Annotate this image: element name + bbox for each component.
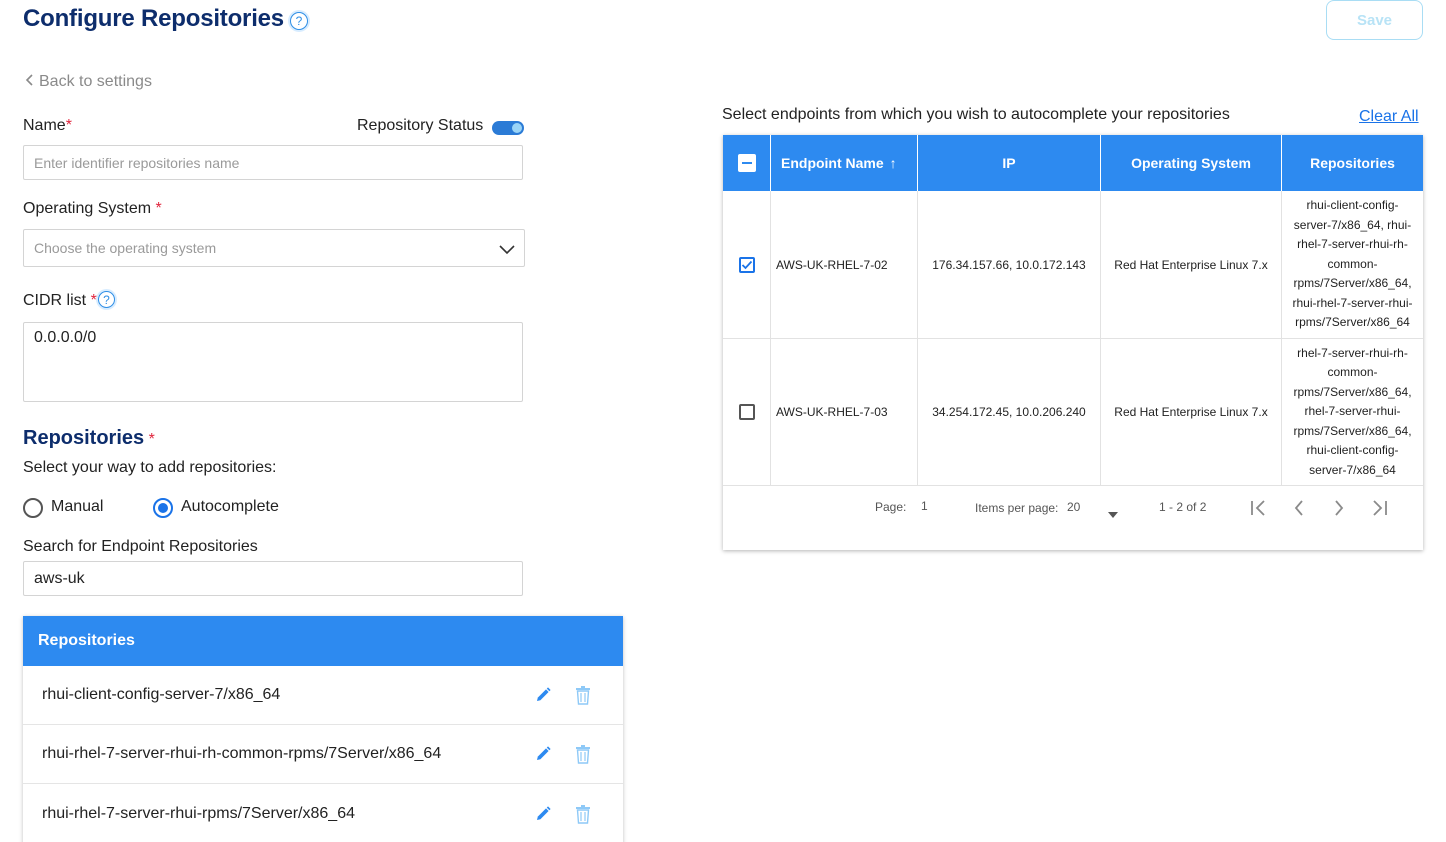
chevron-left-icon	[25, 73, 35, 91]
repositories-cell: rhui-client-config- server-7/x86_64, rhu…	[1292, 198, 1413, 330]
repository-name: rhui-rhel-7-server-rhui-rpms/7Server/x86…	[42, 805, 355, 822]
os-cell: Red Hat Enterprise Linux 7.x	[1101, 191, 1282, 338]
items-per-page-value[interactable]: 20	[1067, 500, 1080, 514]
table-header: Endpoint Name ↑ IP Operating System Repo…	[723, 135, 1423, 191]
trash-icon[interactable]	[574, 804, 592, 824]
repositories-section-title: Repositories *	[23, 427, 155, 449]
pencil-icon[interactable]	[534, 745, 552, 763]
back-to-settings-link[interactable]: Back to settings	[25, 73, 152, 91]
list-item: rhui-rhel-7-server-rhui-rh-common-rpms/7…	[23, 725, 623, 784]
select-all-cell	[723, 135, 771, 191]
select-all-checkbox[interactable]	[737, 154, 756, 172]
cidr-help-icon[interactable]: ?	[98, 291, 115, 308]
column-operating-system[interactable]: Operating System	[1101, 135, 1282, 191]
cidr-value: 0.0.0.0/0	[34, 329, 97, 346]
row-select-cell	[723, 191, 771, 338]
add-way-label: Select your way to add repositories:	[23, 459, 277, 476]
clear-all-link[interactable]: Clear All	[1359, 108, 1419, 126]
next-page-icon[interactable]	[1333, 500, 1345, 521]
back-link-label: Back to settings	[39, 73, 152, 90]
ip-cell: 176.34.157.66, 10.0.172.143	[918, 191, 1101, 338]
first-page-icon[interactable]	[1250, 500, 1268, 521]
pencil-icon[interactable]	[534, 805, 552, 823]
os-select[interactable]: Choose the operating system	[23, 229, 525, 267]
repositories-cell: rhel-7-server-rhui-rh- common- rpms/7Ser…	[1293, 345, 1412, 477]
sort-arrow-up-icon: ↑	[889, 155, 897, 171]
chevron-down-icon	[499, 242, 515, 260]
search-value: aws-uk	[34, 570, 85, 587]
endpoint-name-cell: AWS-UK-RHEL-7-02	[771, 191, 918, 338]
radio-manual[interactable]	[23, 498, 43, 518]
name-input[interactable]: Enter identifier repositories name	[23, 145, 523, 180]
last-page-icon[interactable]	[1370, 500, 1388, 521]
radio-manual-label: Manual	[51, 498, 104, 515]
repositories-panel: Repositories rhui-client-config-server-7…	[23, 616, 623, 842]
page-range: 1 - 2 of 2	[1159, 500, 1207, 514]
page-title: Configure Repositories	[23, 5, 284, 32]
search-input[interactable]: aws-uk	[23, 561, 523, 596]
configure-repositories-page: Configure Repositories ? Save Back to se…	[0, 0, 1446, 842]
trash-icon[interactable]	[574, 685, 592, 705]
items-per-page-label: Items per page:	[975, 501, 1059, 515]
column-endpoint-name[interactable]: Endpoint Name ↑	[771, 135, 918, 191]
os-placeholder: Choose the operating system	[34, 240, 217, 256]
radio-autocomplete-label: Autocomplete	[181, 498, 279, 515]
page-label: Page:	[875, 500, 907, 514]
row-select-cell	[723, 339, 771, 485]
list-item: rhui-rhel-7-server-rhui-rpms/7Server/x86…	[23, 785, 623, 842]
pagination-bar: Page: 1 Items per page: 20 1 - 2 of 2	[723, 486, 1423, 530]
row-checkbox[interactable]	[738, 256, 755, 273]
required-mark: *	[65, 117, 72, 134]
endpoint-name-cell: AWS-UK-RHEL-7-03	[771, 339, 918, 485]
column-repositories[interactable]: Repositories	[1282, 135, 1423, 191]
save-button[interactable]: Save	[1326, 0, 1423, 40]
os-cell: Red Hat Enterprise Linux 7.x	[1101, 339, 1282, 485]
repositories-panel-header: Repositories	[23, 616, 623, 666]
cidr-label: CIDR list *	[23, 292, 97, 309]
os-label: Operating System *	[23, 200, 162, 217]
trash-icon[interactable]	[574, 744, 592, 764]
repository-status-toggle[interactable]	[492, 121, 524, 135]
caret-down-icon[interactable]	[1108, 505, 1118, 523]
search-label: Search for Endpoint Repositories	[23, 538, 258, 555]
repository-status-label: Repository Status	[357, 117, 484, 134]
repository-name: rhui-client-config-server-7/x86_64	[42, 686, 281, 703]
endpoints-table: Endpoint Name ↑ IP Operating System Repo…	[723, 135, 1423, 550]
repository-name: rhui-rhel-7-server-rhui-rh-common-rpms/7…	[42, 745, 442, 762]
name-placeholder: Enter identifier repositories name	[34, 155, 240, 171]
name-label: Name*	[23, 117, 72, 134]
pencil-icon[interactable]	[534, 686, 552, 704]
previous-page-icon[interactable]	[1293, 500, 1305, 521]
ip-cell: 34.254.172.45, 10.0.206.240	[918, 339, 1101, 485]
column-ip[interactable]: IP	[918, 135, 1101, 191]
cidr-textarea[interactable]: 0.0.0.0/0	[23, 322, 523, 402]
list-item: rhui-client-config-server-7/x86_64	[23, 666, 623, 725]
help-icon[interactable]: ?	[290, 12, 308, 30]
page-number[interactable]: 1	[921, 499, 928, 513]
radio-autocomplete[interactable]	[153, 498, 173, 518]
row-checkbox[interactable]	[738, 404, 755, 420]
endpoints-title: Select endpoints from which you wish to …	[722, 106, 1230, 123]
